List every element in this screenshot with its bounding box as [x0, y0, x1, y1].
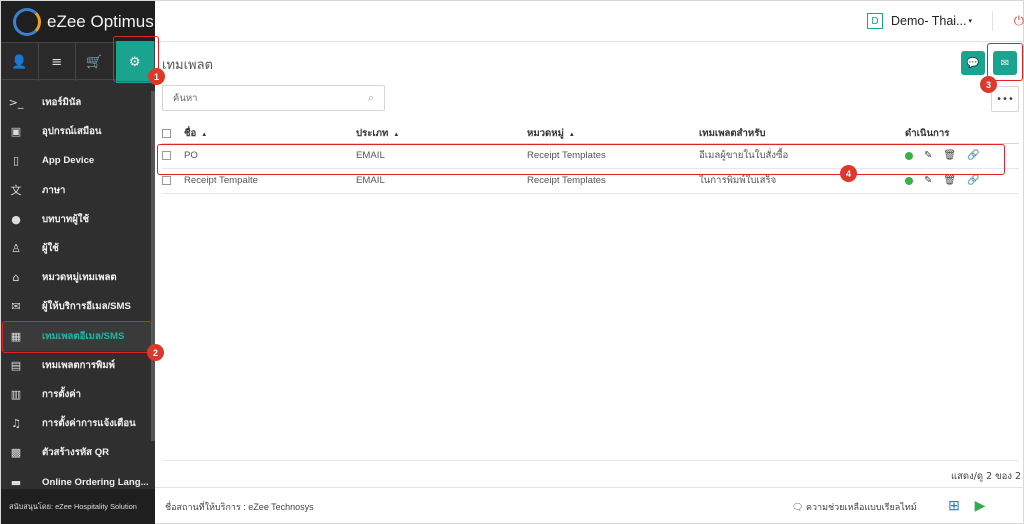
pagination-info: แสดง/ดู 2 ของ 2	[951, 471, 1022, 482]
role-icon: ●	[11, 212, 21, 226]
device-icon: ▣	[10, 125, 22, 139]
annotation-box-3	[987, 43, 1023, 81]
search-input[interactable]: ค้นหา ⌕	[162, 85, 385, 111]
chat-icon: 🗨	[792, 502, 806, 512]
sidebar-footer: สนับสนุนโดย: eZee Hospitality Solution	[1, 489, 155, 524]
annotation-box-4	[157, 144, 1005, 175]
apple-icon[interactable]	[995, 496, 1013, 514]
chat-icon: 💬	[966, 57, 980, 69]
sidebar-item-qr-generator[interactable]: ▩ ตัวสร้างรหัส QR	[1, 438, 155, 467]
bell-icon: ♫	[11, 417, 21, 431]
sidebar-item-label: บทบาทผู้ใช้	[42, 213, 90, 225]
sidebar-item-virtual-device[interactable]: ▣ อุปกรณ์เสมือน	[1, 117, 155, 146]
property-selector[interactable]: D Demo- Thai... ▾	[867, 13, 972, 29]
sidebar-item-label: Online Ordering Lang...	[42, 476, 149, 488]
edit-icon[interactable]: ✎	[924, 175, 932, 186]
list-icon[interactable]: ≡	[39, 43, 76, 81]
delete-icon[interactable]: 🗑	[943, 175, 956, 186]
sidebar-item-settings[interactable]: ▥ การตั้งค่า	[1, 380, 155, 409]
annotation-badge-4: 4	[840, 165, 857, 182]
status-active-icon[interactable]	[905, 176, 913, 185]
chevron-down-icon: ▾	[968, 18, 973, 25]
windows-icon[interactable]: ⊞	[945, 496, 963, 514]
user-icon[interactable]: 👤	[1, 43, 39, 81]
search-placeholder: ค้นหา	[173, 92, 198, 104]
sidebar-item-terminal[interactable]: >_ เทอร์มินัล	[1, 88, 155, 117]
realtime-help-link[interactable]: 🗨 ความช่วยเหลือแบบเรียลไทม์	[792, 500, 917, 514]
terminal-icon: >_	[8, 96, 24, 110]
mobile-icon: ▯	[12, 154, 20, 168]
sidebar-item-label: เทมเพลตการพิมพ์	[42, 359, 115, 371]
sidebar-item-label: ภาษา	[42, 184, 66, 196]
link-icon[interactable]: 🔗	[967, 175, 979, 186]
sidebar-item-template-categories[interactable]: ⌂ หมวดหมู่เทมเพลต	[1, 263, 155, 292]
play-store-icon[interactable]: ▶	[971, 496, 989, 514]
sidebar-item-user-roles[interactable]: ● บทบาทผู้ใช้	[1, 205, 155, 234]
sidebar-item-notification-settings[interactable]: ♫ การตั้งค่าการแจ้งเตือน	[1, 409, 155, 438]
row-checkbox[interactable]	[162, 175, 171, 185]
sort-up-icon: ▲	[393, 132, 400, 139]
sidebar-item-label: เทอร์มินัล	[42, 97, 82, 109]
sidebar-item-label: ตัวสร้างรหัส QR	[42, 447, 110, 459]
annotation-badge-1: 1	[148, 68, 165, 85]
sidebar-item-label: การตั้งค่า	[42, 388, 82, 400]
sidebar-menu: >_ เทอร์มินัล ▣ อุปกรณ์เสมือน ▯ App Device …	[1, 88, 155, 497]
sidebar-item-users[interactable]: ♙ ผู้ใช้	[1, 234, 155, 263]
brand-name: eZee Optimus	[47, 11, 154, 31]
topbar: D Demo- Thai... ▾ ⏻	[155, 1, 1024, 42]
globe-icon: ▬	[10, 475, 22, 489]
document-icon: ▤	[10, 358, 22, 372]
divider	[162, 460, 1019, 461]
sidebar-item-label: ผู้ใช้	[42, 243, 59, 255]
footer: ชื่อสถานที่ให้บริการ : eZee Technosys 🗨 …	[155, 487, 1023, 523]
sort-up-icon: ▲	[201, 132, 208, 139]
sidebar-item-language[interactable]: 文 ภาษา	[1, 176, 155, 205]
qr-icon: ▩	[10, 446, 22, 460]
sidebar-item-print-templates[interactable]: ▤ เทมเพลตการพิมพ์	[1, 351, 155, 380]
cart-icon[interactable]: 🛒	[76, 43, 114, 81]
column-header-category[interactable]: หมวดหมู่ ▲	[527, 125, 699, 144]
sidebar-item-label: ผู้ให้บริการอีเมล/SMS	[42, 301, 131, 313]
brand-logo-icon	[13, 7, 41, 36]
column-header-template-for: เทมเพลตสำหรับ	[699, 125, 905, 144]
annotation-badge-3: 3	[980, 76, 997, 93]
service-location: ชื่อสถานที่ให้บริการ : eZee Technosys	[165, 502, 314, 512]
search-icon: ⌕	[367, 91, 374, 104]
user-icon: ♙	[11, 242, 21, 256]
annotation-badge-2: 2	[147, 344, 164, 361]
select-all-checkbox[interactable]	[162, 129, 171, 139]
power-icon[interactable]: ⏻	[992, 11, 1024, 31]
column-header-type[interactable]: ประเภท ▲	[356, 125, 527, 144]
property-name: Demo- Thai...	[891, 14, 967, 28]
settings-icon: ▥	[10, 387, 22, 401]
table-header-row: ชื่อ ▲ ประเภท ▲ หมวดหมู่ ▲ เทมเพลตสำหรับ ดำ…	[162, 125, 1019, 144]
sidebar-item-label: การตั้งค่าการแจ้งเตือน	[42, 418, 136, 430]
more-options-button[interactable]: •••	[991, 86, 1019, 112]
sidebar-item-app-device[interactable]: ▯ App Device	[1, 146, 155, 175]
property-badge: D	[867, 13, 883, 29]
column-header-actions: ดำเนินการ	[905, 125, 1019, 144]
annotation-box-2	[2, 321, 152, 353]
sidebar-item-label: หมวดหมู่เทมเพลต	[42, 272, 117, 284]
page-title: เทมเพลต	[162, 58, 214, 73]
language-icon: 文	[10, 184, 22, 198]
sidebar-item-email-sms-providers[interactable]: ✉ ผู้ให้บริการอีเมล/SMS	[1, 292, 155, 321]
inbox-icon: ⌂	[12, 271, 20, 285]
app-window: eZee Optimus 👤 ≡ 🛒 ⚙ >_ เทอร์มินัล ▣ อุปกร…	[0, 0, 1024, 524]
sidebar-item-label: App Device	[42, 155, 95, 167]
main-content: เทมเพลต 💬 ✉ ค้นหา ⌕ ••• ชื่อ ▲ ประเภท ▲ หม…	[155, 42, 1023, 487]
sidebar-item-label: อุปกรณ์เสมือน	[42, 126, 102, 138]
column-header-name[interactable]: ชื่อ ▲	[184, 125, 356, 144]
chat-button[interactable]: 💬	[961, 51, 985, 75]
sort-up-icon: ▲	[568, 132, 575, 139]
envelope-icon: ✉	[11, 300, 21, 314]
